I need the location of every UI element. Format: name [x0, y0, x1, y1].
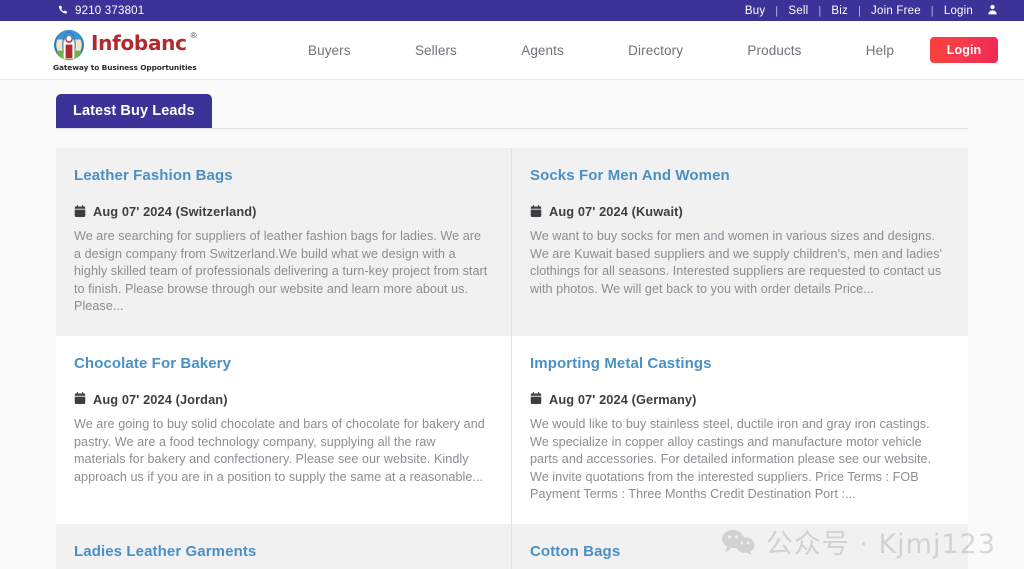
nav-item-agents[interactable]: Agents [521, 43, 564, 58]
brand-tagline: Gateway to Business Opportunities [53, 62, 197, 72]
lead-date: Aug 07' 2024 (Switzerland) [93, 204, 257, 219]
lead-card[interactable]: Socks For Men And Women Aug 07' 2024 (Ku… [512, 148, 968, 336]
tabs-container: Latest Buy Leads [0, 80, 1024, 129]
lead-date-row: Aug 07' 2024 (Kuwait) [530, 204, 946, 219]
lead-title[interactable]: Chocolate For Bakery [74, 354, 490, 374]
lead-card[interactable]: Ladies Leather Garments [56, 523, 512, 569]
registered-mark-icon: ® [190, 30, 197, 40]
leads-grid: Leather Fashion Bags Aug 07' 2024 (Switz… [56, 148, 968, 569]
lead-date: Aug 07' 2024 (Kuwait) [549, 204, 683, 219]
topbar-links: Buy | Sell | Biz | Join Free | Login [735, 4, 998, 18]
lead-title[interactable]: Ladies Leather Garments [74, 542, 490, 562]
brand-name: Infobanc [91, 30, 187, 55]
lead-date-row: Aug 07' 2024 (Germany) [530, 392, 946, 407]
globe-logo-icon [53, 29, 87, 62]
lead-description: We are going to buy solid chocolate and … [74, 416, 485, 484]
calendar-icon [74, 204, 86, 219]
lead-title[interactable]: Leather Fashion Bags [74, 166, 490, 186]
lead-card[interactable]: Cotton Bags [512, 523, 968, 569]
lead-date-row: Aug 07' 2024 (Switzerland) [74, 204, 490, 219]
nav-item-help[interactable]: Help [866, 43, 894, 58]
lead-description: We want to buy socks for men and women i… [530, 229, 943, 296]
topbar-link-biz[interactable]: Biz [821, 5, 858, 17]
topbar-link-join-free[interactable]: Join Free [861, 5, 931, 17]
phone-icon [57, 5, 68, 16]
lead-date: Aug 07' 2024 (Jordan) [93, 391, 228, 407]
site-header: Infobanc ® Gateway to Business Opportuni… [0, 21, 1024, 80]
phone-number: 9210 373801 [75, 4, 145, 17]
phone-contact: 9210 373801 [57, 5, 144, 17]
lead-date-row: Aug 07' 2024 (Jordan) [74, 392, 490, 407]
tab-latest-buy-leads[interactable]: Latest Buy Leads [56, 94, 212, 128]
lead-date: Aug 07' 2024 (Germany) [549, 391, 697, 407]
lead-title[interactable]: Socks For Men And Women [530, 166, 946, 186]
lead-title[interactable]: Cotton Bags [530, 542, 946, 562]
page-body: Latest Buy Leads Leather Fashion Bags Au… [0, 80, 1024, 569]
calendar-icon [74, 392, 86, 406]
lead-description: We would like to buy stainless steel, du… [530, 416, 932, 502]
topbar-link-sell[interactable]: Sell [778, 5, 818, 17]
tab-strip: Latest Buy Leads [56, 94, 968, 129]
brand-logo[interactable]: Infobanc ® Gateway to Business Opportuni… [53, 29, 228, 72]
calendar-icon [530, 204, 542, 219]
nav-item-products[interactable]: Products [747, 43, 801, 58]
lead-card[interactable]: Leather Fashion Bags Aug 07' 2024 (Switz… [56, 148, 512, 336]
lead-title[interactable]: Importing Metal Castings [530, 354, 946, 374]
lead-card[interactable]: Importing Metal Castings Aug 07' 2024 (G… [512, 335, 968, 524]
nav-item-sellers[interactable]: Sellers [415, 43, 457, 58]
nav-item-buyers[interactable]: Buyers [308, 43, 351, 58]
topbar-link-login[interactable]: Login [934, 5, 983, 17]
top-utility-bar: 9210 373801 Buy | Sell | Biz | Join Free… [0, 0, 1024, 21]
nav-item-directory[interactable]: Directory [628, 43, 683, 58]
lead-card[interactable]: Chocolate For Bakery Aug 07' 2024 (Jorda… [56, 335, 512, 524]
calendar-icon [530, 392, 542, 406]
main-navigation: Buyers Sellers Agents Directory Products… [228, 43, 930, 58]
user-icon[interactable] [987, 4, 998, 18]
login-button[interactable]: Login [930, 37, 998, 63]
lead-description: We are searching for suppliers of leathe… [74, 229, 488, 314]
topbar-link-buy[interactable]: Buy [735, 5, 775, 17]
